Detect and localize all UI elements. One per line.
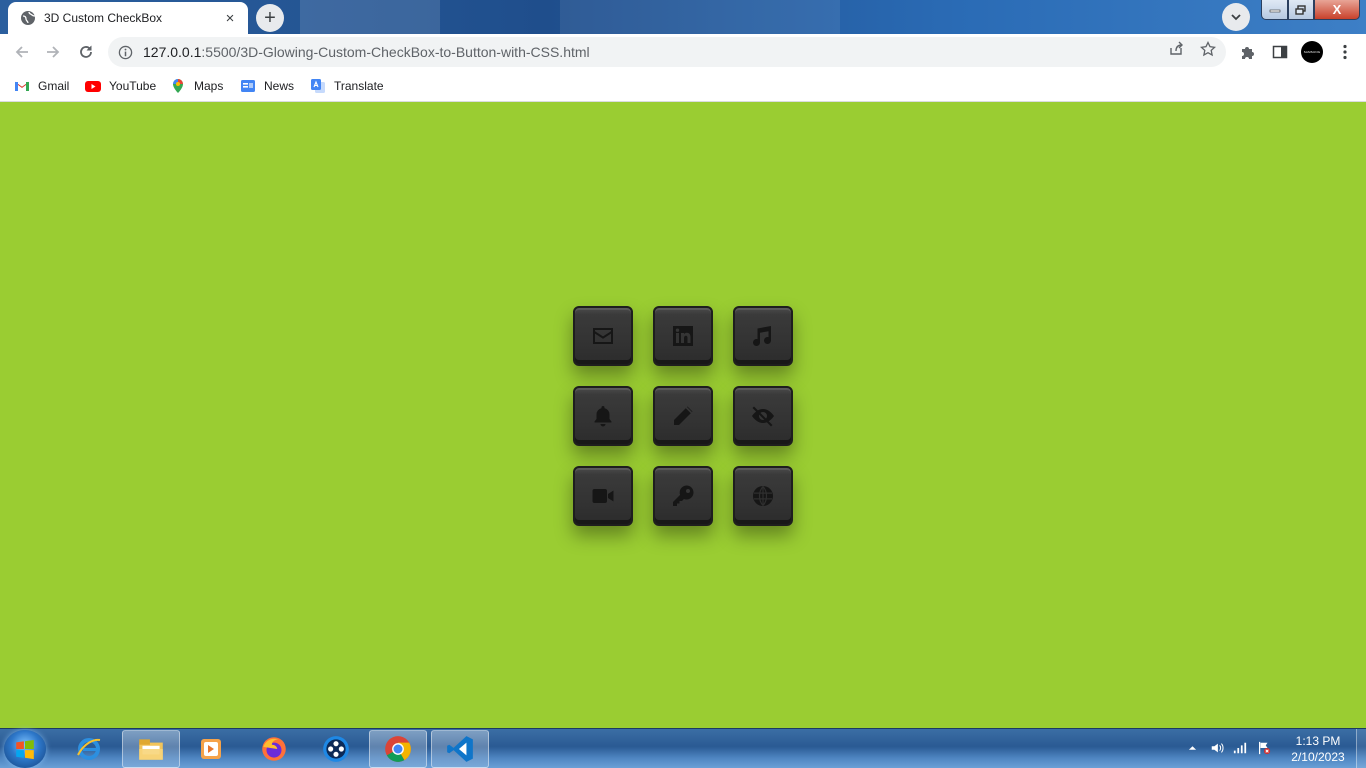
extensions-icon[interactable]	[1238, 42, 1258, 62]
new-tab-button[interactable]: +	[256, 4, 284, 32]
firefox-icon	[262, 737, 286, 761]
taskbar-media-player[interactable]	[182, 730, 240, 768]
tab-search-button[interactable]	[1222, 3, 1250, 31]
bookmark-youtube[interactable]: YouTube	[85, 76, 156, 96]
taskbar-video-editor[interactable]	[307, 730, 365, 768]
title-bar-decoration	[560, 0, 840, 34]
bookmark-label: Maps	[194, 79, 224, 93]
minimize-button[interactable]	[1261, 0, 1288, 20]
taskbar-internet-explorer[interactable]	[60, 730, 118, 768]
close-window-button[interactable]: X	[1314, 0, 1360, 20]
translate-icon	[310, 78, 326, 94]
bookmark-maps[interactable]: Maps	[170, 76, 223, 96]
checkbox-grid	[573, 306, 793, 526]
bookmark-label: News	[264, 79, 295, 93]
forward-button[interactable]	[40, 39, 66, 65]
bell-icon	[594, 406, 612, 427]
restore-button[interactable]	[1288, 0, 1314, 20]
youtube-icon	[85, 78, 101, 94]
address-bar[interactable]: 127.0.0.1:5500/3D-Glowing-Custom-CheckBo…	[108, 37, 1226, 67]
site-info-icon[interactable]	[118, 45, 133, 60]
side-panel-icon[interactable]	[1270, 42, 1290, 62]
title-bar-decoration	[300, 0, 440, 34]
tab-title: 3D Custom CheckBox	[44, 11, 163, 25]
checkbox-pencil[interactable]	[653, 386, 713, 446]
checkbox-video[interactable]	[573, 466, 633, 526]
bookmark-translate[interactable]: Translate	[310, 76, 384, 96]
video-icon	[592, 489, 614, 503]
key-icon	[673, 485, 694, 506]
gmail-icon	[14, 78, 30, 94]
linkedin-icon	[673, 326, 693, 346]
action-center-flag-icon[interactable]	[1256, 739, 1272, 757]
checkbox-music[interactable]	[733, 306, 793, 366]
bookmark-star-icon[interactable]	[1199, 40, 1217, 58]
taskbar-firefox[interactable]	[245, 730, 303, 768]
checkbox-bell[interactable]	[573, 386, 633, 446]
music-icon	[753, 326, 771, 347]
windows-logo-icon	[16, 739, 34, 760]
windows-taskbar: 1:13 PM 2/10/2023	[0, 728, 1366, 768]
reload-button[interactable]	[73, 39, 99, 65]
start-button[interactable]	[4, 730, 46, 768]
bookmark-gmail[interactable]: Gmail	[14, 76, 69, 96]
page-content	[0, 103, 1366, 728]
signal-icon[interactable]	[1232, 739, 1248, 757]
globe-icon	[753, 486, 773, 506]
minimize-icon	[1269, 9, 1280, 12]
share-icon[interactable]	[1167, 40, 1185, 58]
browser-title-bar: 3D Custom CheckBox × + X	[0, 0, 1366, 34]
url-host: 127.0.0.1	[143, 44, 202, 60]
file-explorer-icon	[139, 739, 163, 760]
system-clock[interactable]: 1:13 PM 2/10/2023	[1283, 733, 1353, 765]
envelope-icon	[593, 328, 613, 344]
taskbar-vscode[interactable]	[431, 730, 489, 768]
bookmark-news[interactable]: News	[240, 76, 294, 96]
checkbox-linkedin[interactable]	[653, 306, 713, 366]
back-arrow-icon	[15, 46, 28, 58]
forward-arrow-icon	[47, 46, 60, 58]
taskbar-chrome[interactable]	[369, 730, 427, 768]
chevron-down-icon	[1231, 14, 1241, 21]
profile-avatar[interactable]: SAMSUNG	[1301, 41, 1323, 63]
checkbox-eye-slash[interactable]	[733, 386, 793, 446]
globe-icon	[20, 10, 36, 26]
bookmark-label: Translate	[334, 79, 384, 93]
show-hidden-icons-arrow-icon[interactable]	[1184, 739, 1200, 757]
taskbar-file-explorer[interactable]	[122, 730, 180, 768]
news-icon	[240, 78, 256, 94]
browser-tab[interactable]: 3D Custom CheckBox ×	[8, 2, 248, 34]
clock-date: 2/10/2023	[1291, 750, 1345, 764]
checkbox-mail[interactable]	[573, 306, 633, 366]
browser-toolbar: 127.0.0.1:5500/3D-Glowing-Custom-CheckBo…	[0, 34, 1366, 70]
chrome-icon	[385, 736, 411, 762]
show-desktop-button[interactable]	[1356, 729, 1366, 768]
eye-slash-icon	[752, 406, 774, 427]
close-tab-icon[interactable]: ×	[222, 10, 238, 27]
vscode-icon	[447, 736, 473, 762]
more-menu-icon[interactable]	[1335, 42, 1355, 62]
pencil-icon	[674, 406, 693, 425]
checkbox-globe[interactable]	[733, 466, 793, 526]
url-text: 127.0.0.1:5500/3D-Glowing-Custom-CheckBo…	[143, 44, 590, 60]
checkbox-key[interactable]	[653, 466, 713, 526]
clock-time: 1:13 PM	[1295, 734, 1341, 748]
volume-icon[interactable]	[1209, 739, 1225, 757]
bookmark-label: Gmail	[38, 79, 70, 93]
internet-explorer-icon	[77, 738, 101, 760]
url-path: :5500/3D-Glowing-Custom-CheckBox-to-Butt…	[201, 44, 590, 60]
restore-icon	[1295, 4, 1306, 15]
bookmark-label: YouTube	[109, 79, 157, 93]
video-editor-icon	[323, 736, 349, 762]
bookmarks-bar: Gmail YouTube Maps News Translate	[0, 70, 1366, 102]
back-button[interactable]	[9, 39, 35, 65]
reload-icon	[80, 45, 92, 58]
maps-icon	[170, 78, 186, 94]
media-player-icon	[201, 739, 221, 759]
